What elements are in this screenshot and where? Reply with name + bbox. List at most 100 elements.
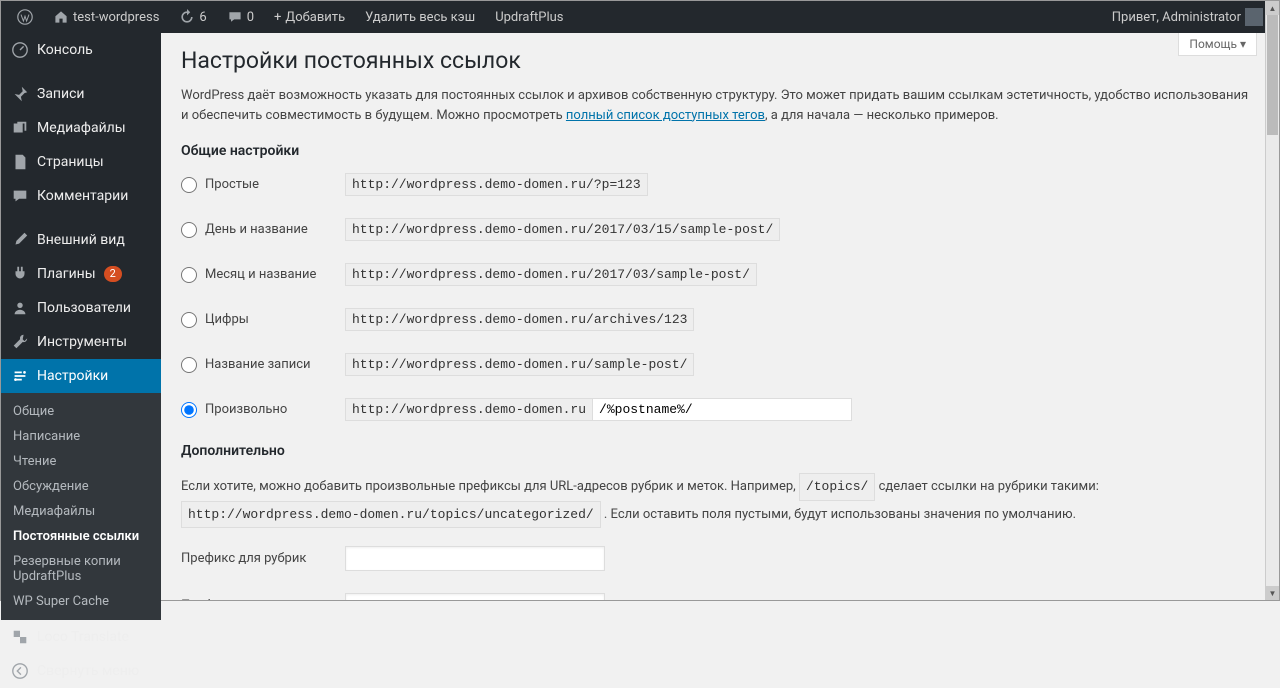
option-example: http://wordpress.demo-domen.ru/sample-po… bbox=[345, 353, 694, 376]
sidebar-label: Плагины bbox=[37, 266, 96, 282]
tag-base-input[interactable] bbox=[345, 593, 605, 600]
radio-dayname[interactable] bbox=[181, 222, 197, 238]
admin-sidebar: Консоль Записи Медиафайлы Страницы Комме… bbox=[1, 33, 161, 600]
sidebar-item-media[interactable]: Медиафайлы bbox=[1, 111, 161, 145]
permalink-option-plain: Простые http://wordpress.demo-domen.ru/?… bbox=[181, 173, 1249, 196]
option-label: Произвольно bbox=[205, 402, 287, 417]
users-icon bbox=[11, 299, 29, 317]
radio-plain[interactable] bbox=[181, 177, 197, 193]
translate-icon bbox=[11, 628, 29, 646]
clear-cache-link[interactable]: Удалить весь кэш bbox=[357, 1, 483, 33]
sidebar-item-comments[interactable]: Комментарии bbox=[1, 179, 161, 213]
wrench-icon bbox=[11, 333, 29, 351]
submenu-media[interactable]: Медиафайлы bbox=[1, 499, 161, 524]
clear-cache-label: Удалить весь кэш bbox=[365, 10, 475, 25]
permalink-option-dayname: День и название http://wordpress.demo-do… bbox=[181, 218, 1249, 241]
tags-link[interactable]: полный список доступных тегов bbox=[566, 108, 765, 123]
sidebar-item-pages[interactable]: Страницы bbox=[1, 145, 161, 179]
wp-logo[interactable] bbox=[9, 1, 41, 33]
updraft-link[interactable]: UpdraftPlus bbox=[487, 1, 571, 33]
add-label: Добавить bbox=[285, 10, 345, 25]
sidebar-item-settings[interactable]: Настройки bbox=[1, 359, 161, 393]
sidebar-label: Loco Translate bbox=[37, 629, 129, 645]
sidebar-label: Комментарии bbox=[37, 188, 128, 204]
custom-structure-input[interactable] bbox=[592, 398, 852, 421]
desc-text: , а для начала — несколько примеров. bbox=[765, 108, 999, 123]
page-title: Настройки постоянных ссылок bbox=[181, 47, 1249, 74]
radio-custom[interactable] bbox=[181, 402, 197, 418]
category-base-input[interactable] bbox=[345, 546, 605, 571]
option-example: http://wordpress.demo-domen.ru/archives/… bbox=[345, 308, 694, 331]
sidebar-item-users[interactable]: Пользователи bbox=[1, 291, 161, 325]
sidebar-collapse[interactable]: Свернуть меню bbox=[1, 654, 161, 688]
sidebar-label: Пользователи bbox=[37, 300, 131, 316]
account-link[interactable]: Привет, Administrator bbox=[1104, 1, 1271, 33]
sidebar-label: Медиафайлы bbox=[37, 120, 126, 136]
option-label: Месяц и название bbox=[205, 267, 316, 282]
optional-description: Если хотите, можно добавить произвольные… bbox=[181, 473, 1249, 528]
brush-icon bbox=[11, 231, 29, 249]
tag-base-row: Префикс для меток bbox=[181, 593, 1249, 600]
plus-icon: + bbox=[274, 10, 281, 25]
submenu-writing[interactable]: Написание bbox=[1, 424, 161, 449]
sidebar-label: Консоль bbox=[37, 42, 93, 58]
dashboard-icon bbox=[11, 41, 29, 59]
sidebar-item-appearance[interactable]: Внешний вид bbox=[1, 223, 161, 257]
sidebar-label: Свернуть меню bbox=[37, 663, 139, 679]
submenu-discussion[interactable]: Обсуждение bbox=[1, 474, 161, 499]
desc-text: Если хотите, можно добавить произвольные… bbox=[181, 479, 799, 494]
comments-count: 0 bbox=[247, 10, 254, 25]
sidebar-item-posts[interactable]: Записи bbox=[1, 77, 161, 111]
desc-text: . Если оставить поля пустыми, будут испо… bbox=[601, 507, 1076, 522]
sidebar-label: Записи bbox=[37, 86, 85, 102]
radio-numeric[interactable] bbox=[181, 312, 197, 328]
sidebar-item-plugins[interactable]: Плагины2 bbox=[1, 257, 161, 291]
admin-toolbar: test-wordpress 6 0 + Добавить Удалить вес… bbox=[1, 1, 1279, 33]
sidebar-label: Настройки bbox=[37, 368, 108, 384]
page-description: WordPress даёт возможность указать для п… bbox=[181, 86, 1249, 125]
optional-heading: Дополнительно bbox=[181, 443, 1249, 459]
permalink-option-monthname: Месяц и название http://wordpress.demo-d… bbox=[181, 263, 1249, 286]
submenu-general[interactable]: Общие bbox=[1, 399, 161, 424]
updates-link[interactable]: 6 bbox=[171, 1, 214, 33]
comments-link[interactable]: 0 bbox=[219, 1, 262, 33]
permalink-option-postname: Название записи http://wordpress.demo-do… bbox=[181, 353, 1249, 376]
permalink-option-custom: Произвольно http://wordpress.demo-domen.… bbox=[181, 398, 1249, 421]
pin-icon bbox=[11, 85, 29, 103]
permalink-option-numeric: Цифры http://wordpress.demo-domen.ru/arc… bbox=[181, 308, 1249, 331]
option-label: Название записи bbox=[205, 357, 311, 372]
submenu-supercache[interactable]: WP Super Cache bbox=[1, 589, 161, 614]
scroll-down[interactable]: ▼ bbox=[1266, 586, 1279, 600]
category-base-row: Префикс для рубрик bbox=[181, 546, 1249, 571]
scrollbar[interactable]: ▲ ▼ bbox=[1265, 1, 1279, 600]
submenu-updraft[interactable]: Резервные копии UpdraftPlus bbox=[1, 549, 161, 589]
collapse-icon bbox=[11, 662, 29, 680]
radio-postname[interactable] bbox=[181, 357, 197, 373]
updates-count: 6 bbox=[199, 10, 206, 25]
option-example: http://wordpress.demo-domen.ru/?p=123 bbox=[345, 173, 648, 196]
media-icon bbox=[11, 119, 29, 137]
submenu-reading[interactable]: Чтение bbox=[1, 449, 161, 474]
updraft-label: UpdraftPlus bbox=[495, 10, 563, 25]
comment-icon bbox=[227, 9, 243, 25]
scroll-up[interactable]: ▲ bbox=[1266, 1, 1279, 15]
common-settings-heading: Общие настройки bbox=[181, 143, 1249, 159]
scroll-thumb[interactable] bbox=[1267, 15, 1278, 135]
sidebar-label: Инструменты bbox=[37, 334, 127, 350]
help-tab[interactable]: Помощь ▾ bbox=[1178, 33, 1257, 56]
wordpress-icon bbox=[17, 9, 33, 25]
option-example: http://wordpress.demo-domen.ru/2017/03/s… bbox=[345, 263, 757, 286]
radio-monthname[interactable] bbox=[181, 267, 197, 283]
site-link[interactable]: test-wordpress bbox=[45, 1, 167, 33]
add-new-link[interactable]: + Добавить bbox=[266, 1, 353, 33]
sidebar-item-dashboard[interactable]: Консоль bbox=[1, 33, 161, 67]
sidebar-item-loco[interactable]: Loco Translate bbox=[1, 620, 161, 654]
option-label: Простые bbox=[205, 177, 259, 192]
home-icon bbox=[53, 9, 69, 25]
plugin-icon bbox=[11, 265, 29, 283]
avatar bbox=[1245, 8, 1263, 26]
page-icon bbox=[11, 153, 29, 171]
sidebar-item-tools[interactable]: Инструменты bbox=[1, 325, 161, 359]
option-label: Цифры bbox=[205, 312, 249, 327]
submenu-permalinks[interactable]: Постоянные ссылки bbox=[1, 524, 161, 549]
